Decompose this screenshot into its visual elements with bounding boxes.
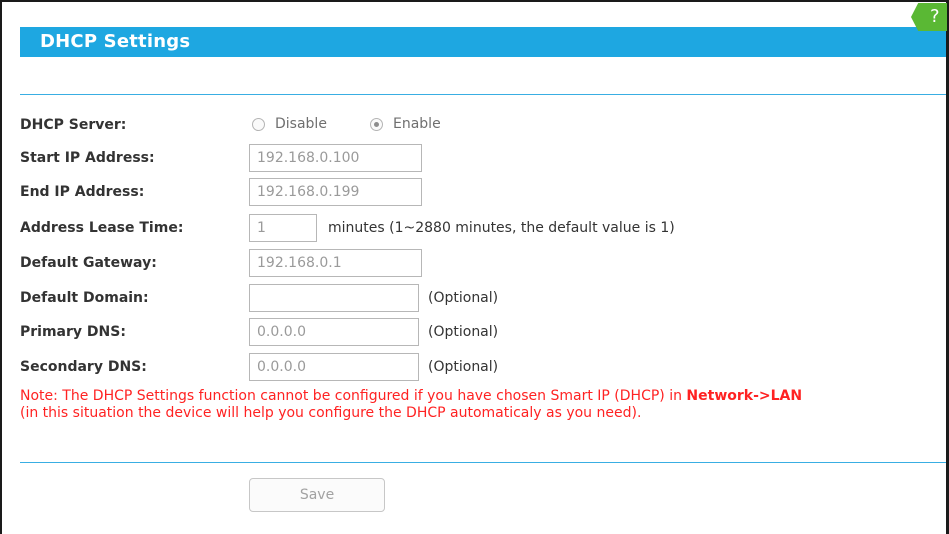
default-gateway-input[interactable] xyxy=(249,249,422,277)
secondary-dns-optional: (Optional) xyxy=(428,359,499,375)
start-ip-label: Start IP Address: xyxy=(20,150,155,166)
dhcp-enable-option[interactable]: Enable xyxy=(370,116,441,132)
lease-time-row: Address Lease Time: minutes (1~2880 minu… xyxy=(20,214,946,242)
dhcp-server-row: DHCP Server: Disable Enable xyxy=(20,111,946,139)
divider-top xyxy=(20,94,946,95)
lease-time-input[interactable] xyxy=(249,214,317,242)
dhcp-note: Note: The DHCP Settings function cannot … xyxy=(20,388,946,422)
lease-time-label: Address Lease Time: xyxy=(20,220,184,236)
end-ip-input[interactable] xyxy=(249,178,422,206)
default-domain-label: Default Domain: xyxy=(20,290,149,306)
secondary-dns-row: Secondary DNS: (Optional) xyxy=(20,353,946,381)
window-frame-top xyxy=(0,0,949,2)
divider-bottom xyxy=(20,462,946,463)
note-text: Note: The DHCP Settings function cannot … xyxy=(20,388,687,404)
dhcp-disable-radio[interactable] xyxy=(252,117,265,131)
note-line-1: Note: The DHCP Settings function cannot … xyxy=(20,388,946,405)
secondary-dns-label: Secondary DNS: xyxy=(20,359,147,375)
default-gateway-label: Default Gateway: xyxy=(20,255,157,271)
start-ip-input[interactable] xyxy=(249,144,422,172)
note-line-2: (in this situation the device will help … xyxy=(20,405,642,421)
primary-dns-input[interactable] xyxy=(249,318,419,346)
default-domain-row: Default Domain: (Optional) xyxy=(20,284,946,312)
default-gateway-row: Default Gateway: xyxy=(20,249,946,277)
save-button[interactable]: Save xyxy=(249,478,385,512)
primary-dns-optional: (Optional) xyxy=(428,324,499,340)
lease-time-hint: minutes (1~2880 minutes, the default val… xyxy=(328,220,675,236)
page-title: DHCP Settings xyxy=(40,31,191,52)
section-header: DHCP Settings xyxy=(20,27,946,57)
network-lan-link[interactable]: Network->LAN xyxy=(686,388,802,404)
dhcp-disable-label: Disable xyxy=(275,116,327,132)
help-icon[interactable]: ? xyxy=(911,3,947,31)
dhcp-enable-radio[interactable] xyxy=(370,117,383,131)
window-frame-left xyxy=(0,0,2,534)
primary-dns-label: Primary DNS: xyxy=(20,324,126,340)
start-ip-row: Start IP Address: xyxy=(20,144,946,172)
primary-dns-row: Primary DNS: (Optional) xyxy=(20,318,946,346)
default-domain-input[interactable] xyxy=(249,284,419,312)
default-domain-optional: (Optional) xyxy=(428,290,499,306)
dhcp-server-label: DHCP Server: xyxy=(20,117,127,133)
end-ip-row: End IP Address: xyxy=(20,178,946,206)
end-ip-label: End IP Address: xyxy=(20,184,145,200)
dhcp-disable-option[interactable]: Disable xyxy=(252,116,327,132)
secondary-dns-input[interactable] xyxy=(249,353,419,381)
dhcp-enable-label: Enable xyxy=(393,116,441,132)
